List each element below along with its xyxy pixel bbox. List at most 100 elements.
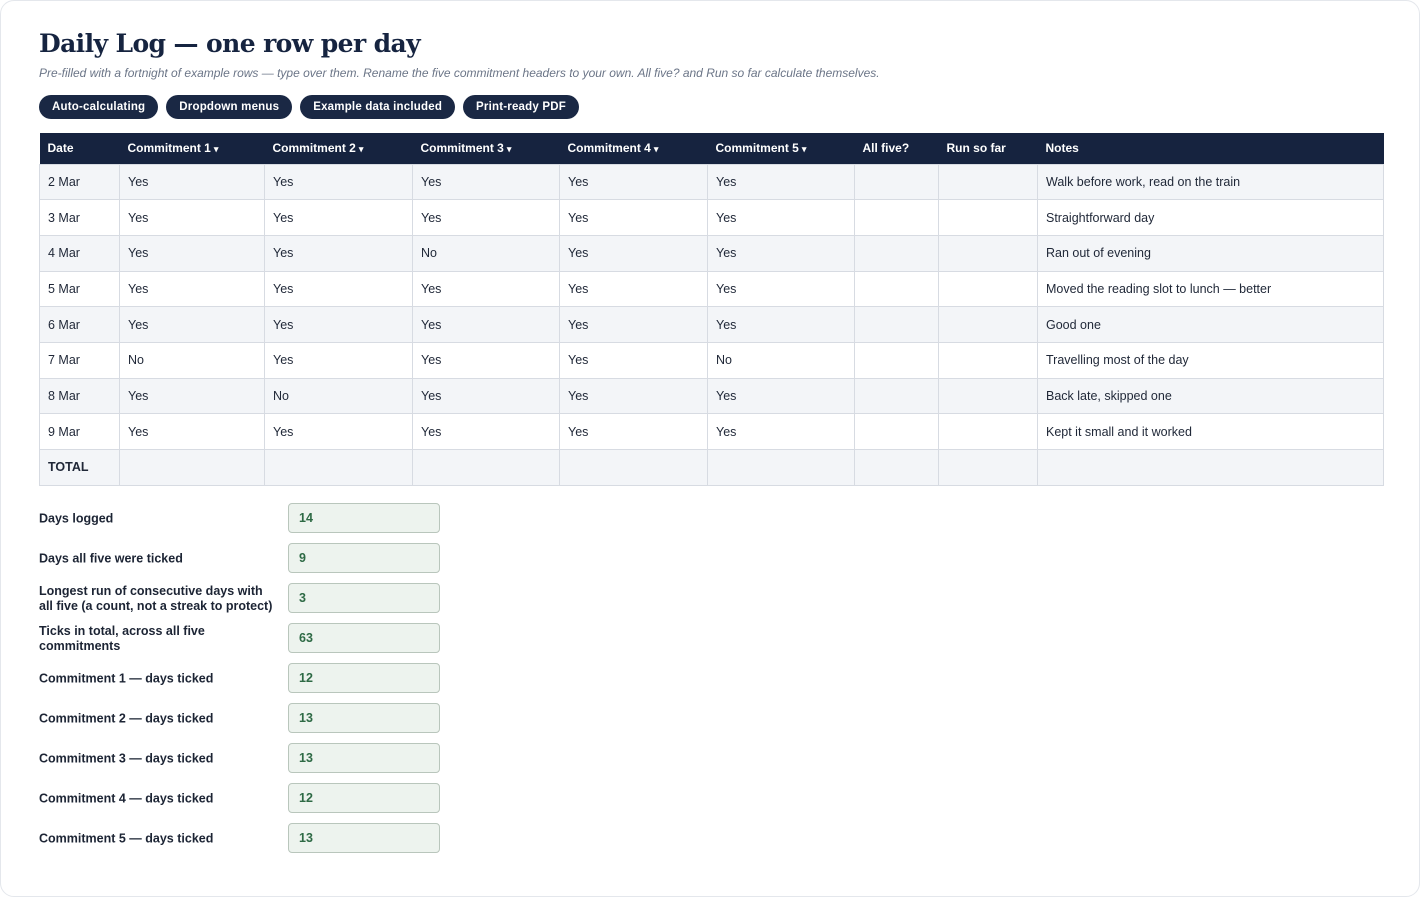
col-header-commitment-3[interactable]: Commitment 3 ▾ [412, 133, 560, 164]
cell-date[interactable]: 7 Mar [39, 341, 120, 379]
stat-label: Commitment 3 — days ticked [39, 751, 214, 765]
cell-notes[interactable]: Good one [1037, 306, 1384, 343]
daily-log-sheet: Daily Log — one row per day Pre-filled w… [0, 0, 1420, 897]
cell-commitment-4[interactable]: Yes [559, 199, 708, 236]
cell-commitment-2[interactable]: Yes [264, 199, 413, 236]
cell-commitment-1[interactable]: Yes [119, 377, 265, 415]
cell-commitment-1[interactable]: Yes [119, 163, 265, 201]
cell-commitment-2[interactable]: Yes [264, 413, 413, 450]
col-header-commitment-4[interactable]: Commitment 4 ▾ [559, 133, 708, 164]
cell-commitment-1[interactable]: Yes [119, 234, 265, 272]
cell-run-so-far[interactable] [938, 413, 1038, 450]
cell-date[interactable]: 5 Mar [39, 270, 120, 308]
stat-label: Days all five were ticked [39, 551, 183, 565]
cell-run-so-far[interactable] [938, 199, 1038, 236]
stat-row: Commitment 4 — days ticked 12 [39, 783, 441, 814]
cell-commitment-4[interactable]: Yes [559, 341, 708, 379]
stat-row: Commitment 5 — days ticked 13 [39, 823, 441, 854]
cell-commitment-5[interactable]: Yes [707, 234, 855, 272]
cell-commitment-3[interactable]: Yes [412, 413, 560, 450]
cell-commitment-3[interactable]: Yes [412, 306, 560, 343]
cell-all-five[interactable] [854, 306, 939, 343]
col-header-commitment-2[interactable]: Commitment 2 ▾ [264, 133, 413, 164]
col-header-run-so-far: Run so far [938, 133, 1038, 164]
cell-commitment-3[interactable]: Yes [412, 377, 560, 415]
pill-example-data: Example data included [300, 95, 456, 119]
cell-commitment-4[interactable]: Yes [559, 377, 708, 415]
cell-all-five[interactable] [854, 163, 939, 201]
cell-commitment-3[interactable]: Yes [412, 270, 560, 308]
stat-value-field: 9 [288, 543, 440, 573]
cell-date[interactable]: 4 Mar [39, 234, 120, 272]
cell-date[interactable]: 9 Mar [39, 413, 120, 450]
chevron-down-icon[interactable]: ▾ [654, 144, 659, 154]
total-cell-run-so-far [938, 449, 1038, 486]
cell-run-so-far[interactable] [938, 306, 1038, 343]
cell-commitment-4[interactable]: Yes [559, 413, 708, 450]
stat-value-field: 12 [288, 783, 440, 813]
cell-commitment-2[interactable]: Yes [264, 306, 413, 343]
cell-commitment-3[interactable]: No [412, 234, 560, 272]
cell-commitment-1[interactable]: No [119, 341, 265, 379]
cell-commitment-5[interactable]: Yes [707, 270, 855, 308]
cell-commitment-3[interactable]: Yes [412, 341, 560, 379]
cell-commitment-5[interactable]: Yes [707, 163, 855, 201]
chevron-down-icon[interactable]: ▾ [802, 144, 807, 154]
cell-commitment-5[interactable]: Yes [707, 306, 855, 343]
cell-commitment-1[interactable]: Yes [119, 270, 265, 308]
stat-row: Ticks in total, across all five commitme… [39, 623, 441, 654]
chevron-down-icon[interactable]: ▾ [359, 144, 364, 154]
cell-notes[interactable]: Travelling most of the day [1037, 341, 1384, 379]
cell-notes[interactable]: Moved the reading slot to lunch — better [1037, 270, 1384, 308]
table-row: 2 Mar Yes Yes Yes Yes Yes Walk before work, re… [39, 163, 1384, 201]
cell-commitment-1[interactable]: Yes [119, 413, 265, 450]
cell-date[interactable]: 3 Mar [39, 199, 120, 236]
col-header-notes: Notes [1037, 133, 1384, 164]
cell-run-so-far[interactable] [938, 270, 1038, 308]
cell-commitment-4[interactable]: Yes [559, 270, 708, 308]
cell-commitment-1[interactable]: Yes [119, 306, 265, 343]
chevron-down-icon[interactable]: ▾ [507, 144, 512, 154]
cell-notes[interactable]: Ran out of evening [1037, 234, 1384, 272]
cell-all-five[interactable] [854, 413, 939, 450]
cell-notes[interactable]: Walk before work, read on the train [1037, 163, 1384, 201]
cell-date[interactable]: 2 Mar [39, 163, 120, 201]
cell-run-so-far[interactable] [938, 341, 1038, 379]
cell-all-five[interactable] [854, 341, 939, 379]
col-header-commitment-1[interactable]: Commitment 1 ▾ [119, 133, 265, 164]
page-title: Daily Log — one row per day [39, 29, 421, 58]
col-header-commitment-5[interactable]: Commitment 5 ▾ [707, 133, 855, 164]
cell-commitment-2[interactable]: Yes [264, 270, 413, 308]
cell-run-so-far[interactable] [938, 377, 1038, 415]
cell-commitment-1[interactable]: Yes [119, 199, 265, 236]
cell-commitment-2[interactable]: No [264, 377, 413, 415]
cell-commitment-5[interactable]: No [707, 341, 855, 379]
cell-commitment-5[interactable]: Yes [707, 199, 855, 236]
cell-notes[interactable]: Back late, skipped one [1037, 377, 1384, 415]
cell-commitment-2[interactable]: Yes [264, 234, 413, 272]
cell-notes[interactable]: Kept it small and it worked [1037, 413, 1384, 450]
cell-run-so-far[interactable] [938, 234, 1038, 272]
cell-commitment-4[interactable]: Yes [559, 306, 708, 343]
cell-commitment-4[interactable]: Yes [559, 163, 708, 201]
cell-all-five[interactable] [854, 199, 939, 236]
cell-commitment-3[interactable]: Yes [412, 199, 560, 236]
cell-date[interactable]: 8 Mar [39, 377, 120, 415]
cell-commitment-3[interactable]: Yes [412, 163, 560, 201]
cell-notes[interactable]: Straightforward day [1037, 199, 1384, 236]
cell-date[interactable]: 6 Mar [39, 306, 120, 343]
cell-commitment-2[interactable]: Yes [264, 341, 413, 379]
chevron-down-icon[interactable]: ▾ [214, 144, 219, 154]
cell-commitment-4[interactable]: Yes [559, 234, 708, 272]
cell-all-five[interactable] [854, 270, 939, 308]
stat-value-field: 12 [288, 663, 440, 693]
cell-run-so-far[interactable] [938, 163, 1038, 201]
cell-commitment-5[interactable]: Yes [707, 413, 855, 450]
cell-all-five[interactable] [854, 234, 939, 272]
stat-value-field: 13 [288, 703, 440, 733]
cell-all-five[interactable] [854, 377, 939, 415]
stat-label: Commitment 5 — days ticked [39, 831, 214, 845]
cell-commitment-5[interactable]: Yes [707, 377, 855, 415]
cell-commitment-2[interactable]: Yes [264, 163, 413, 201]
table-row: 9 Mar Yes Yes Yes Yes Yes Kept it small and it… [39, 413, 1384, 450]
